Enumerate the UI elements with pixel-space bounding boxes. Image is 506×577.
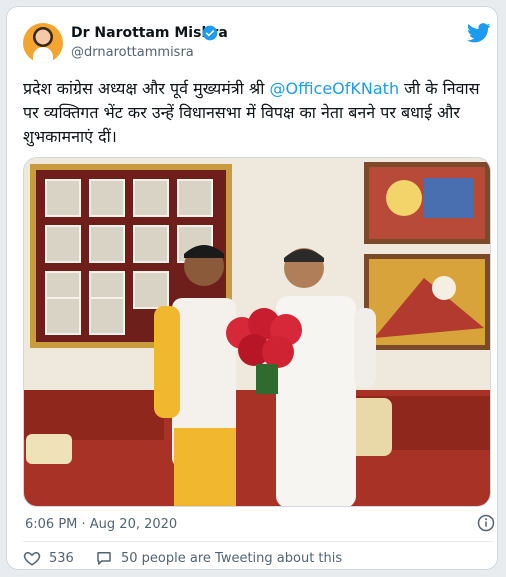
tweeting-action[interactable]: 50 people are Tweeting about this (95, 549, 342, 567)
tweeting-label: 50 people are Tweeting about this (121, 550, 343, 566)
tweet-text-part: प्रदेश कांग्रेस अध्यक्ष और पूर्व मुख्यमं… (23, 79, 270, 98)
heart-icon (23, 551, 41, 566)
avatar[interactable] (23, 23, 63, 63)
tweet-card[interactable]: Dr Narottam Mishra @drnarottammisra प्रद… (6, 6, 498, 570)
like-action[interactable]: 536 (23, 549, 74, 567)
user-handle[interactable]: @drnarottammisra (71, 45, 194, 60)
verified-badge-icon (202, 25, 218, 41)
speech-bubble-icon (97, 552, 111, 565)
twitter-bird-icon[interactable] (467, 23, 491, 43)
tweet-text: प्रदेश कांग्रेस अध्यक्ष और पूर्व मुख्यमं… (23, 77, 493, 149)
info-icon[interactable] (477, 514, 495, 532)
mention-link[interactable]: @OfficeOfKNath (269, 79, 399, 98)
divider (23, 541, 493, 542)
tweet-photo[interactable] (23, 157, 491, 507)
like-count: 536 (49, 550, 74, 566)
photo-scene (24, 158, 490, 506)
timestamp[interactable]: 6:06 PM · Aug 20, 2020 (25, 517, 177, 532)
